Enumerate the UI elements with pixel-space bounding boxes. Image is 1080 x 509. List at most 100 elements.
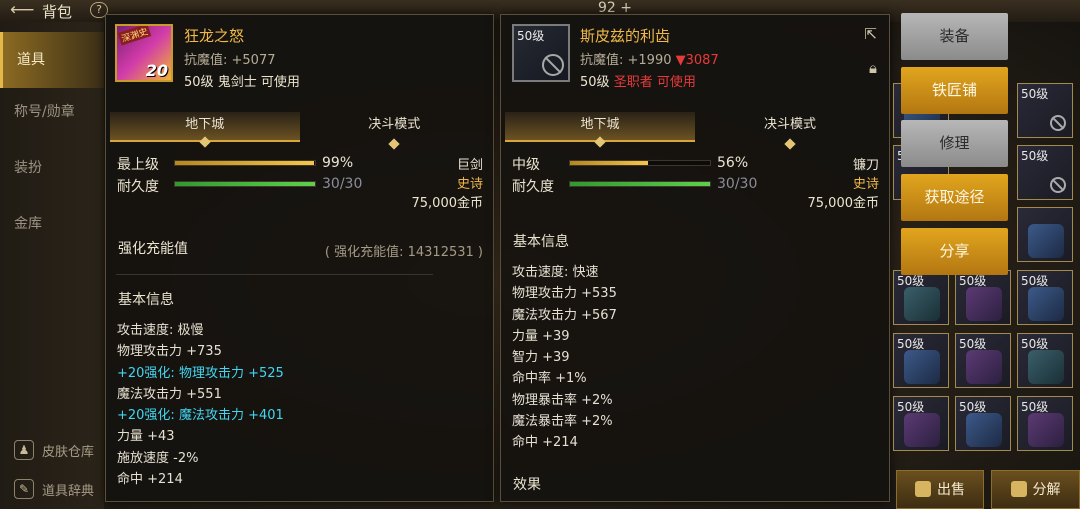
blacksmith-button[interactable]: 铁匠铺 [901,67,1008,114]
armor-icon [1028,287,1064,321]
share-icon[interactable]: ⇱ [864,25,877,43]
grade-label: 最上级 [117,157,159,173]
item-dictionary-link[interactable]: ✎ 道具辞典 [14,479,94,499]
diamond-icon [784,138,796,150]
grade-bar [174,160,316,166]
sidebar-item-items[interactable]: 道具 [0,32,104,88]
armor-icon [1028,350,1064,384]
inventory-slot[interactable]: 50级 [955,270,1011,325]
arrow-left-icon[interactable]: ⟵ [10,0,34,20]
enhance-level-badge: 20 [145,61,168,80]
inventory-slot[interactable]: 50级 [955,396,1011,451]
item-resistance: 抗魔值: +5077 [184,53,276,68]
attribute-line: 魔法暴击率 +2% [512,414,613,430]
mode-tabs: 地下城 决斗模式 [505,112,885,150]
inventory-slot[interactable]: 50级 [1017,270,1073,325]
inventory-slot[interactable] [1017,207,1073,262]
grade-bar [569,160,711,166]
inventory-slot[interactable]: 50级 [1017,396,1073,451]
sell-label: 出售 [937,482,965,498]
attribute-line: 力量 +43 [117,429,175,445]
item-meta: 50级 鬼剑士 可使用 [184,71,300,90]
armor-icon [904,350,940,384]
armor-icon [904,413,940,447]
durability-value: 30/30 [717,176,758,192]
obtain-route-button[interactable]: 获取途径 [901,174,1008,221]
coins-icon [915,481,931,497]
item-level: 50级 [184,75,214,90]
tab-pvp[interactable]: 决斗模式 [695,112,885,150]
weapon-type: 镰刀 [852,158,879,173]
item-class: 圣职者 [613,75,653,90]
durability-label: 耐久度 [512,179,554,195]
attribute-line: 命中 +214 [117,472,183,488]
inventory-slot[interactable]: 50级 [955,333,1011,388]
tab-dungeon[interactable]: 地下城 [505,112,695,148]
sell-button[interactable]: 出售 [896,470,984,509]
tab-pvp-label: 决斗模式 [368,117,421,132]
sidebar-item-avatar[interactable]: 装扮 [0,140,104,196]
tab-dungeon-label: 地下城 [185,117,225,132]
mode-tabs: 地下城 决斗模式 [110,112,490,150]
enhance-value: ( 强化充能值: 14312531 ) [324,245,483,260]
grade-label: 中级 [512,157,540,173]
diamond-icon [594,136,606,148]
equip-button[interactable]: 装备 [901,13,1008,60]
grade-bar-fill [570,161,649,165]
sidebar: 道具 称号/勋章 装扮 金库 ♟ 皮肤仓库 ✎ 道具辞典 [0,22,104,509]
enhance-title: 强化充能值 [118,241,188,257]
diamond-icon [388,138,400,150]
attribute-list: 攻击速度: 快速 物理攻击力 +535 魔法攻击力 +567 力量 +39 智力… [512,262,617,454]
item-name: 狂龙之怒 [184,27,245,45]
armor-icon [1028,413,1064,447]
disassemble-button[interactable]: 分解 [991,470,1080,509]
attribute-line: 命中率 +1% [512,371,587,387]
inventory-slot[interactable]: 50级 [1017,83,1073,138]
resistance-diff: ▼3087 [675,53,719,68]
forbidden-icon [1050,115,1066,131]
durability-bar [174,181,316,187]
tab-dungeon[interactable]: 地下城 [110,112,300,148]
item-usable: 可使用 [656,75,696,90]
attribute-line: 施放速度 -2% [117,450,199,466]
skin-icon: ♟ [14,440,34,460]
diamond-icon [199,136,211,148]
tab-pvp[interactable]: 决斗模式 [300,112,490,150]
inventory-slot[interactable]: 50级 [893,396,949,451]
attribute-line: 智力 +39 [512,350,570,366]
repair-button[interactable]: 修理 [901,120,1008,167]
item-usable: 可使用 [260,75,300,90]
lock-icon[interactable]: 🔒︎ [869,59,877,77]
sidebar-item-titles[interactable]: 称号/勋章 [0,84,104,140]
durability-bar [569,181,711,187]
resistance-value: 抗魔值: +1990 [580,53,672,68]
page-title: 背包 [42,3,73,21]
armor-icon [1028,224,1064,258]
basic-info-title: 基本信息 [118,292,174,308]
skin-storage-link[interactable]: ♟ 皮肤仓库 [14,440,94,460]
item-resistance: 抗魔值: +1990 ▼3087 [580,49,719,68]
equipped-item-tooltip: 深渊史 20 狂龙之怒 抗魔值: +5077 50级 鬼剑士 可使用 地下城 决… [105,14,494,502]
attribute-list: 攻击速度: 极慢 物理攻击力 +735 +20强化: 物理攻击力 +525 魔法… [117,320,284,490]
rarity-label: 史诗 [852,177,879,192]
sidebar-item-vault[interactable]: 金库 [0,196,104,252]
attribute-line: 攻击速度: 极慢 [117,323,204,338]
item-class: 鬼剑士 [217,75,257,90]
inventory-slot[interactable]: 50级 [1017,145,1073,200]
attribute-line: 攻击速度: 快速 [512,265,599,280]
inventory-slot[interactable]: 50级 [1017,333,1073,388]
weapon-type: 巨剑 [456,158,483,173]
forbidden-icon [542,54,564,76]
share-button[interactable]: 分享 [901,228,1008,275]
attribute-line: 物理攻击力 +535 [512,286,617,302]
inventory-slot[interactable]: 50级 [893,270,949,325]
armor-icon [966,350,1002,384]
item-icon-level: 50级 [517,29,545,43]
disassemble-label: 分解 [1032,482,1061,498]
grade-percent: 56% [717,155,749,171]
compare-item-tooltip: 50级 斯皮兹的利齿 抗魔值: +1990 ▼3087 50级 圣职者 可使用 … [500,14,890,502]
slot-level: 50级 [1021,87,1049,101]
inventory-slot[interactable]: 50级 [893,333,949,388]
item-icon: 深渊史 20 [115,24,173,82]
disassemble-icon [1010,481,1027,497]
